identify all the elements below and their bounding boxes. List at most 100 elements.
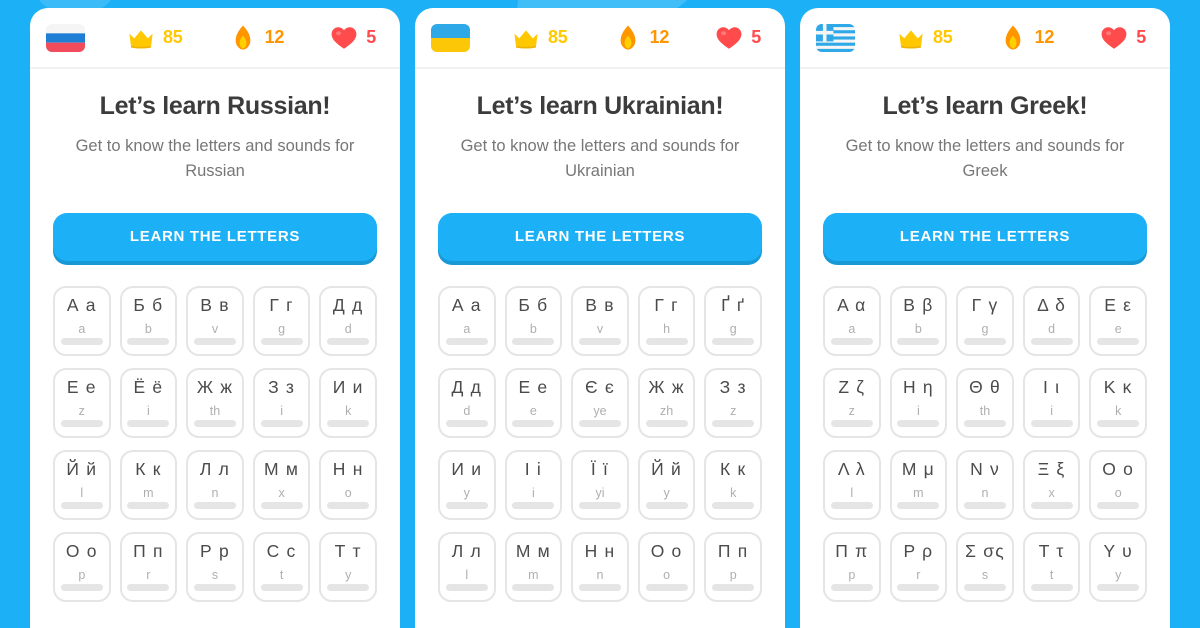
- letter-tile[interactable]: Д д d: [319, 285, 377, 356]
- letter-tile[interactable]: Θ θ th: [956, 367, 1014, 438]
- hearts-stat[interactable]: 5: [1099, 23, 1146, 53]
- letter-tile[interactable]: Є є ye: [571, 367, 629, 438]
- letter-tile[interactable]: Ж ж th: [186, 367, 244, 438]
- learn-the-letters-button[interactable]: LEARN THE LETTERS: [53, 212, 377, 261]
- flame-icon: [228, 23, 258, 53]
- crown-stat[interactable]: 85: [126, 23, 183, 53]
- letter-tile[interactable]: Б б b: [504, 285, 563, 356]
- letter-tile[interactable]: Α α a: [823, 285, 881, 356]
- learn-the-letters-button[interactable]: LEARN THE LETTERS: [438, 212, 762, 261]
- letter-tile[interactable]: Ξ ξ x: [1022, 449, 1081, 520]
- letter-tile[interactable]: П п p: [704, 531, 762, 602]
- heart-icon: [1099, 23, 1129, 53]
- letter-progress-bar: [897, 501, 940, 509]
- letter-tile[interactable]: С с t: [252, 531, 311, 602]
- flag-russia-icon[interactable]: [46, 23, 85, 52]
- letter-tile[interactable]: Λ λ l: [823, 449, 881, 520]
- letter-transliteration: m: [143, 486, 154, 501]
- letter-tile[interactable]: Π π p: [823, 531, 881, 602]
- letter-transliteration: a: [848, 322, 856, 337]
- letter-tile[interactable]: З з i: [252, 367, 311, 438]
- letter-tile[interactable]: Υ υ y: [1089, 531, 1147, 602]
- letter-tile[interactable]: Β β b: [889, 285, 948, 356]
- letter-tile[interactable]: Δ δ d: [1022, 285, 1081, 356]
- letter-transliteration: z: [730, 404, 737, 419]
- letter-tile[interactable]: Г г g: [252, 285, 311, 356]
- letter-tile[interactable]: З з z: [704, 367, 762, 438]
- letter-tile[interactable]: Τ τ t: [1022, 531, 1081, 602]
- letter-pair: Σ σς: [965, 540, 1005, 561]
- letter-tile[interactable]: М м x: [252, 449, 311, 520]
- letter-tile[interactable]: М м m: [504, 531, 563, 602]
- letter-tile[interactable]: И и k: [319, 367, 377, 438]
- letter-tile[interactable]: Н н o: [319, 449, 377, 520]
- page-subtitle: Get to know the letters and sounds for U…: [460, 136, 740, 181]
- letter-pair: М м: [515, 540, 551, 561]
- heart-icon: [329, 23, 359, 53]
- letter-tile[interactable]: П п r: [119, 531, 178, 602]
- letter-tile[interactable]: Η η i: [889, 367, 948, 438]
- letter-tile[interactable]: Ё ё i: [119, 367, 178, 438]
- letter-pair: Π π: [835, 540, 869, 561]
- letter-tile[interactable]: Л л l: [438, 531, 496, 602]
- hearts-stat[interactable]: 5: [329, 23, 376, 53]
- letter-tile[interactable]: Μ μ m: [889, 449, 948, 520]
- letter-tile[interactable]: И и y: [438, 449, 496, 520]
- letter-tile[interactable]: Ρ ρ r: [889, 531, 948, 602]
- letter-tile[interactable]: Б б b: [119, 285, 178, 356]
- letter-tile[interactable]: Γ γ g: [956, 285, 1014, 356]
- crown-stat[interactable]: 85: [896, 23, 953, 53]
- letter-tile[interactable]: Т т y: [319, 531, 377, 602]
- letter-tile[interactable]: Ε ε e: [1089, 285, 1147, 356]
- flag-greece-icon[interactable]: [816, 23, 855, 52]
- hearts-stat[interactable]: 5: [714, 23, 761, 53]
- letter-tile[interactable]: О о p: [53, 531, 111, 602]
- letter-tile[interactable]: Е е z: [53, 367, 111, 438]
- letter-tile[interactable]: Ο ο o: [1089, 449, 1147, 520]
- letter-tile[interactable]: А а a: [438, 285, 496, 356]
- letter-transliteration: r: [146, 568, 151, 583]
- letter-transliteration: d: [344, 322, 352, 337]
- letter-tile[interactable]: Ж ж zh: [637, 367, 696, 438]
- letter-transliteration: l: [850, 486, 854, 501]
- letter-tile[interactable]: Л л n: [186, 449, 244, 520]
- letter-transliteration: y: [663, 486, 670, 501]
- letter-pair: Г г: [654, 294, 679, 315]
- letter-tile[interactable]: О о o: [637, 531, 696, 602]
- streak-stat[interactable]: 12: [613, 23, 669, 53]
- letter-tile[interactable]: К к k: [704, 449, 762, 520]
- letter-tile[interactable]: Ν ν n: [956, 449, 1014, 520]
- letter-pair: Л л: [199, 458, 231, 479]
- letter-tile[interactable]: Ζ ζ z: [823, 367, 881, 438]
- letter-tile[interactable]: В в v: [186, 285, 244, 356]
- letter-tile[interactable]: Κ κ k: [1089, 367, 1147, 438]
- streak-stat[interactable]: 12: [998, 23, 1054, 53]
- letter-tile[interactable]: Й й l: [53, 449, 111, 520]
- letter-pair: З з: [268, 376, 296, 397]
- letter-tile[interactable]: Ї ї yi: [571, 449, 629, 520]
- letter-transliteration: y: [463, 486, 470, 501]
- streak-stat[interactable]: 12: [228, 23, 284, 53]
- crown-icon: [126, 23, 156, 53]
- letter-tile[interactable]: Ι ι i: [1022, 367, 1081, 438]
- letter-tile[interactable]: Й й y: [637, 449, 696, 520]
- letter-transliteration: t: [279, 568, 284, 583]
- letter-tile[interactable]: К к m: [119, 449, 178, 520]
- letter-tile[interactable]: Д д d: [438, 367, 496, 438]
- crown-stat[interactable]: 85: [511, 23, 568, 53]
- letter-tile[interactable]: Е е e: [504, 367, 563, 438]
- letter-pair: Β β: [903, 294, 934, 315]
- letter-tile[interactable]: Σ σς s: [956, 531, 1014, 602]
- letter-pair: Η η: [902, 376, 934, 397]
- letter-tile[interactable]: І і i: [504, 449, 563, 520]
- letter-transliteration: k: [1115, 404, 1122, 419]
- letter-tile[interactable]: Г г h: [637, 285, 696, 356]
- letter-transliteration: th: [979, 404, 991, 419]
- flag-ukraine-icon[interactable]: [431, 23, 470, 52]
- letter-tile[interactable]: Ґ ґ g: [704, 285, 762, 356]
- letter-tile[interactable]: Н н n: [571, 531, 629, 602]
- letter-tile[interactable]: В в v: [571, 285, 629, 356]
- letter-tile[interactable]: Р р s: [186, 531, 244, 602]
- letter-tile[interactable]: А а a: [53, 285, 111, 356]
- learn-the-letters-button[interactable]: LEARN THE LETTERS: [823, 212, 1147, 261]
